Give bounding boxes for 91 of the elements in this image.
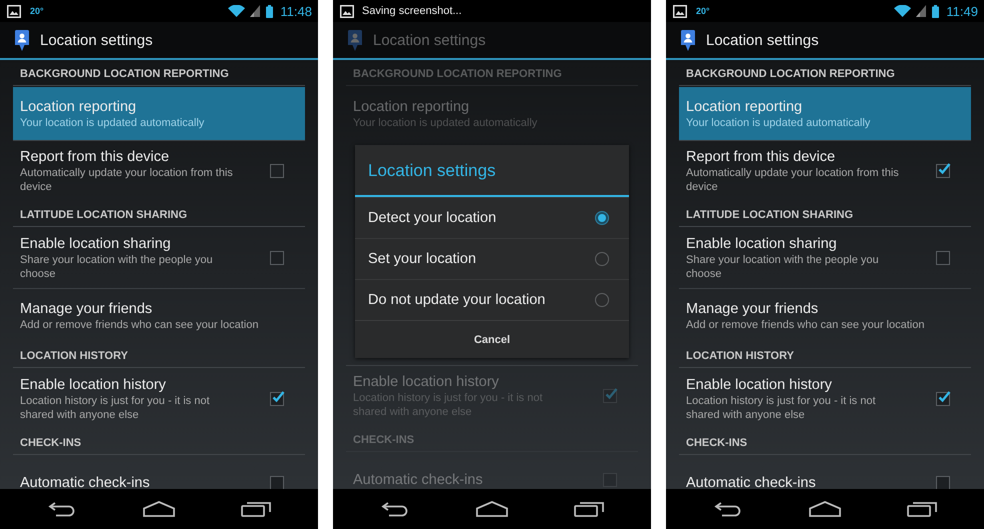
item-subtitle: Add or remove friends who can see your location bbox=[20, 318, 260, 332]
item-title: Location reporting bbox=[686, 98, 804, 116]
item-title: Enable location history bbox=[353, 373, 500, 391]
signal-icon bbox=[250, 5, 260, 17]
section-header: CHECK-INS bbox=[13, 429, 305, 455]
item-title: Report from this device bbox=[20, 148, 170, 166]
recent-apps-icon[interactable] bbox=[574, 501, 604, 517]
section-header: BACKGROUND LOCATION REPORTING bbox=[679, 60, 971, 86]
dialog-title: Location settings bbox=[355, 145, 629, 197]
wifi-icon bbox=[894, 5, 912, 17]
radio-option[interactable]: Detect your location bbox=[355, 197, 629, 238]
radio-button[interactable] bbox=[595, 293, 609, 307]
item-title: Location reporting bbox=[353, 98, 470, 116]
clock-time: 11:49 bbox=[946, 4, 978, 18]
image-icon bbox=[673, 4, 687, 18]
checkbox[interactable] bbox=[270, 164, 284, 178]
settings-item[interactable]: Manage your friends Add or remove friends who can see your location bbox=[13, 289, 305, 342]
settings-item[interactable]: Report from this device Automatically update your location from this device bbox=[13, 141, 305, 201]
signal-icon bbox=[916, 5, 926, 17]
section-header: CHECK-INS bbox=[346, 426, 638, 452]
battery-icon bbox=[932, 4, 940, 18]
radio-option[interactable]: Do not update your location bbox=[355, 279, 629, 320]
item-title: Enable location sharing bbox=[686, 235, 838, 253]
item-title: Enable location sharing bbox=[20, 235, 172, 253]
item-subtitle: Location history is just for you - it is not shared with anyone else bbox=[20, 394, 211, 422]
settings-item[interactable]: Enable location history Location history is just for you - it is not shared with anyone else bbox=[13, 369, 305, 429]
radio-button[interactable] bbox=[595, 252, 609, 266]
item-title: Automatic check-ins bbox=[353, 470, 484, 488]
radio-option[interactable]: Set your location bbox=[355, 238, 629, 279]
item-title: Manage your friends bbox=[686, 300, 820, 318]
back-icon[interactable] bbox=[48, 501, 76, 517]
checkbox[interactable] bbox=[270, 392, 284, 406]
section-header: LOCATION HISTORY bbox=[679, 342, 971, 368]
settings-item[interactable]: Manage your friends Add or remove friends who can see your location bbox=[679, 289, 971, 342]
settings-item[interactable]: Automatic check-ins bbox=[13, 456, 305, 489]
location-pin-icon[interactable] bbox=[681, 30, 695, 50]
notification-text: Saving screenshot... bbox=[362, 5, 462, 17]
item-title: Location reporting bbox=[20, 98, 138, 116]
checkbox[interactable] bbox=[936, 476, 950, 489]
checkbox[interactable] bbox=[270, 476, 284, 489]
item-title: Automatic check-ins bbox=[20, 474, 151, 489]
image-icon bbox=[7, 4, 21, 18]
checkbox[interactable] bbox=[936, 392, 950, 406]
back-icon[interactable] bbox=[714, 501, 742, 517]
checkbox[interactable] bbox=[936, 164, 950, 178]
section-header: BACKGROUND LOCATION REPORTING bbox=[346, 60, 638, 86]
section-header: BACKGROUND LOCATION REPORTING bbox=[13, 60, 305, 86]
notification-text: 20° bbox=[30, 6, 44, 16]
cancel-button[interactable]: Cancel bbox=[355, 320, 629, 358]
item-title: Enable location history bbox=[686, 376, 833, 394]
wifi-icon bbox=[228, 5, 246, 17]
settings-item[interactable]: Enable location sharing Share your location with the people you choose bbox=[679, 228, 971, 288]
section-header: LATITUDE LOCATION SHARING bbox=[13, 201, 305, 227]
item-subtitle: Share your location with the people you choose bbox=[686, 253, 880, 281]
section-header: LATITUDE LOCATION SHARING bbox=[679, 201, 971, 227]
item-subtitle: Location history is just for you - it is not shared with anyone else bbox=[686, 394, 877, 422]
item-title: Report from this device bbox=[686, 148, 836, 166]
section-header: LOCATION HISTORY bbox=[13, 342, 305, 368]
item-subtitle: Your location is updated automatically bbox=[20, 116, 206, 130]
back-icon[interactable] bbox=[381, 501, 410, 517]
recent-apps-icon[interactable] bbox=[240, 501, 271, 517]
notification-text: 20° bbox=[696, 6, 710, 16]
battery-icon bbox=[266, 4, 274, 18]
radio-button[interactable] bbox=[595, 211, 609, 225]
item-title: Enable location history bbox=[20, 376, 167, 394]
screen-title: Location settings bbox=[373, 32, 486, 48]
settings-item[interactable]: Automatic check-ins bbox=[679, 456, 971, 489]
item-subtitle: Share your location with the people you choose bbox=[20, 253, 214, 281]
item-subtitle: Your location is updated automatically bbox=[686, 116, 872, 130]
item-subtitle: Automatically update your location from this device bbox=[686, 166, 900, 194]
checkbox[interactable] bbox=[270, 251, 284, 265]
checkbox[interactable] bbox=[936, 251, 950, 265]
settings-item[interactable]: Location reporting Your location is updated automatically bbox=[13, 87, 305, 140]
settings-item[interactable]: Location reporting Your location is updated automatically bbox=[679, 87, 971, 140]
screen-title: Location settings bbox=[40, 32, 153, 48]
settings-item[interactable]: Enable location history Location history is just for you - it is not shared with anyone else bbox=[679, 369, 971, 429]
home-icon[interactable] bbox=[808, 501, 841, 517]
home-icon[interactable] bbox=[142, 501, 175, 517]
settings-item[interactable]: Enable location sharing Share your location with the people you choose bbox=[13, 228, 305, 288]
item-title: Manage your friends bbox=[20, 300, 154, 318]
recent-apps-icon[interactable] bbox=[906, 501, 937, 517]
item-subtitle: Automatically update your location from this device bbox=[20, 166, 234, 194]
screen-title: Location settings bbox=[706, 32, 819, 48]
item-title: Automatic check-ins bbox=[686, 474, 817, 489]
section-header: CHECK-INS bbox=[679, 429, 971, 455]
home-icon[interactable] bbox=[476, 501, 508, 517]
clock-time: 11:48 bbox=[280, 4, 312, 18]
settings-item[interactable]: Report from this device Automatically update your location from this device bbox=[679, 141, 971, 201]
location-pin-icon[interactable] bbox=[15, 30, 29, 50]
image-icon bbox=[340, 4, 354, 18]
item-subtitle: Add or remove friends who can see your location bbox=[686, 318, 926, 332]
